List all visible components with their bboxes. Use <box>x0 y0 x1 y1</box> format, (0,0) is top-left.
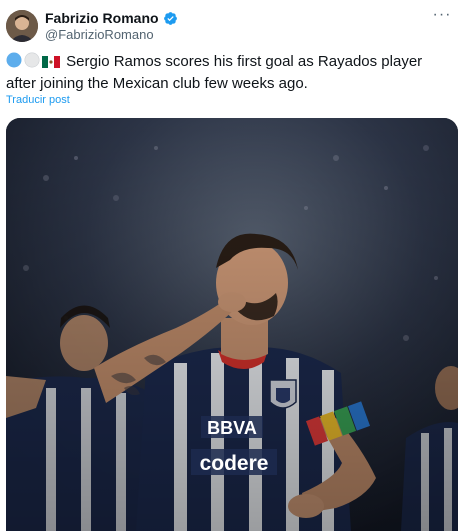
tweet-media-photo[interactable]: BBVA codere <box>6 118 458 531</box>
author-name[interactable]: Fabrizio Romano <box>45 10 159 27</box>
jersey-sponsor-2: codere <box>200 452 269 475</box>
more-dots-icon[interactable]: ··· <box>430 7 454 26</box>
author-name-row[interactable]: Fabrizio Romano <box>45 10 178 27</box>
white-circle-emoji <box>24 52 40 74</box>
author-handle[interactable]: @FabrizioRomano <box>45 27 154 43</box>
blue-circle-emoji <box>6 52 22 74</box>
tweet-text-block: Sergio Ramos scores his first goal as Ra… <box>6 52 446 94</box>
jersey-sponsor-1: BBVA <box>207 418 257 438</box>
verified-badge-icon <box>163 12 177 25</box>
mexico-flag-emoji <box>42 54 60 74</box>
tweet-text: Sergio Ramos scores his first goal as Ra… <box>6 53 423 92</box>
avatar[interactable] <box>6 10 38 42</box>
translate-post-link[interactable]: Traducir post <box>6 94 70 106</box>
player-celebration-photo: BBVA codere <box>6 118 458 531</box>
